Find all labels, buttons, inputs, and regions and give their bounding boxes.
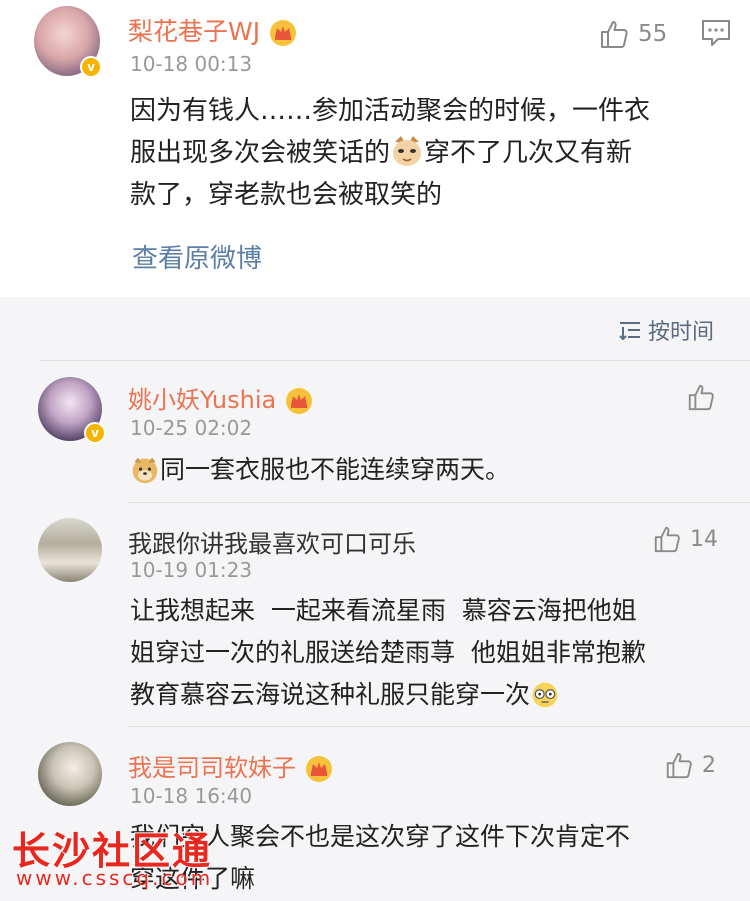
- sweat-emoji-icon: [532, 682, 558, 708]
- comment1-username-text[interactable]: 姚小妖Yushia: [128, 386, 276, 414]
- post-timestamp: 10-18 00:13: [130, 52, 253, 76]
- comment2-like-button[interactable]: 14: [652, 524, 718, 554]
- comment2-line3-text: 教育慕容云海说这种礼服只能穿一次: [130, 680, 531, 709]
- crown-icon: [305, 756, 332, 782]
- doge-emoji-icon: [132, 457, 158, 484]
- sort-divider: [40, 360, 750, 361]
- comment2-line1: 让我想起来 一起来看流星雨 慕容云海把他姐: [130, 596, 637, 625]
- comment1-like-button[interactable]: [686, 382, 716, 412]
- post-text-line3: 款了，穿老款也会被取笑的: [130, 180, 443, 210]
- post-like-count: 55: [638, 21, 668, 47]
- comment3-username[interactable]: 我是司司软妹子: [128, 748, 334, 784]
- comment-icon[interactable]: [700, 18, 732, 48]
- post-username[interactable]: 梨花巷子WJ: [128, 12, 298, 48]
- comment3-timestamp: 10-18 16:40: [130, 784, 253, 808]
- watermark-url: www.csscq.com: [16, 866, 214, 890]
- sort-icon: [619, 322, 640, 341]
- comment1-text: 同一套衣服也不能连续穿两天。: [160, 455, 511, 484]
- sort-label: 按时间: [648, 320, 715, 345]
- view-original-link[interactable]: 查看原微博: [132, 238, 262, 275]
- comment1-username[interactable]: 姚小妖Yushia: [128, 380, 314, 416]
- comment2-timestamp: 10-19 01:23: [130, 558, 253, 582]
- post-like-button[interactable]: 55: [598, 18, 667, 50]
- comment2-username[interactable]: 我跟你讲我最喜欢可口可乐: [128, 524, 416, 559]
- thumbs-up-icon: [601, 21, 628, 48]
- comment3-like-button[interactable]: 2: [664, 750, 716, 780]
- comment1-divider: [128, 502, 750, 503]
- comment2-like-count: 14: [690, 526, 718, 552]
- comment3-username-text[interactable]: 我是司司软妹子: [128, 754, 296, 782]
- post-username-text[interactable]: 梨花巷子WJ: [128, 17, 260, 46]
- comment2-line2: 姐穿过一次的礼服送给楚雨荨 他姐姐非常抱歉: [130, 638, 646, 667]
- comment1-verified-badge-icon: v: [84, 422, 106, 444]
- post-text-line2: 服出现多次会被笑话的 穿不了几次又有新: [130, 132, 730, 174]
- comment2-line3: 教育慕容云海说这种礼服只能穿一次: [130, 674, 646, 716]
- comment2-body: 让我想起来 一起来看流星雨 慕容云海把他姐 姐穿过一次的礼服送给楚雨荨 他姐姐非…: [130, 590, 646, 716]
- cat-emoji-icon: [393, 136, 422, 166]
- thumbs-up-icon: [666, 752, 692, 779]
- thumbs-up-icon: [654, 526, 680, 553]
- crown-icon: [270, 20, 297, 46]
- post-body: 因为有钱人……参加活动聚会的时候，一件衣 服出现多次会被笑话的 穿不了几次又有新 …: [130, 90, 730, 216]
- sort-by-time-button[interactable]: 按时间: [618, 314, 714, 346]
- comment2-avatar[interactable]: [38, 518, 102, 582]
- post-text-line1: 因为有钱人……参加活动聚会的时候，一件衣: [130, 96, 651, 126]
- post-text-line2-a: 服出现多次会被笑话的: [130, 138, 391, 168]
- comment2-divider: [128, 726, 750, 727]
- comment3-avatar[interactable]: [38, 742, 102, 806]
- crown-icon: [285, 388, 312, 414]
- comment1-timestamp: 10-25 02:02: [130, 416, 253, 440]
- comment1-body: 同一套衣服也不能连续穿两天。: [130, 449, 510, 491]
- comment3-like-count: 2: [702, 752, 716, 778]
- post-text-line2-b: 穿不了几次又有新: [424, 138, 633, 168]
- verified-badge-icon: v: [80, 56, 102, 78]
